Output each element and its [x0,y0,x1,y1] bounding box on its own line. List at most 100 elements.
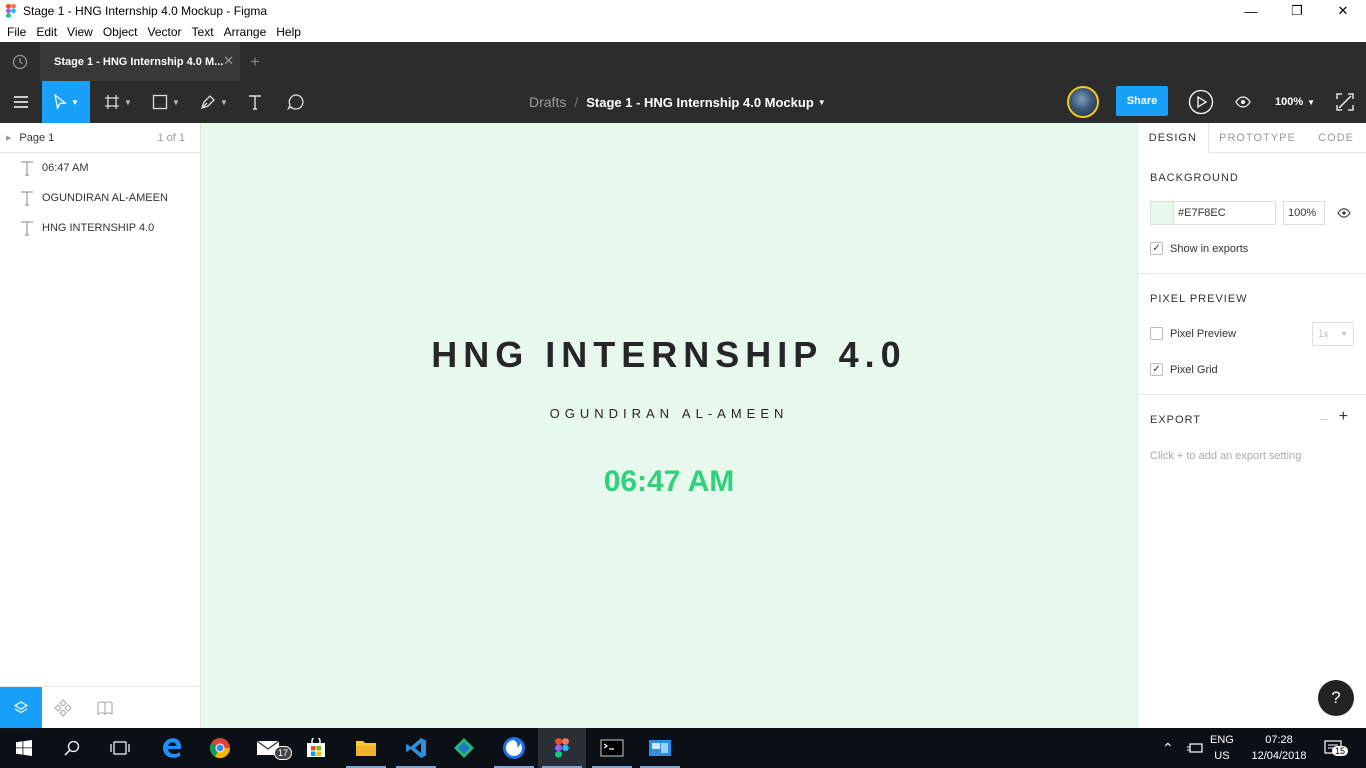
menu-arrange[interactable]: Arrange [219,25,272,39]
menu-edit[interactable]: Edit [31,25,62,39]
frame-tool-button[interactable]: ▼ [100,81,136,123]
menu-vector[interactable]: Vector [143,25,187,39]
action-center-button[interactable]: 15 [1324,728,1349,768]
layers-icon [13,700,29,713]
help-button[interactable]: ? [1318,680,1354,716]
eye-icon[interactable] [1337,208,1351,218]
background-hex-input[interactable]: #E7F8EC [1174,201,1276,225]
taskbar-edge[interactable] [148,728,196,768]
styles-tab-button[interactable] [84,687,126,728]
taskbar-vscode[interactable] [392,728,440,768]
move-tool-button[interactable]: ▼ [42,81,90,123]
canvas[interactable]: HNG INTERNSHIP 4.0 OGUNDIRAN AL-AMEEN 06… [201,123,1137,728]
background-opacity-input[interactable]: 100% [1283,201,1325,225]
present-button[interactable] [1186,81,1216,123]
avatar[interactable] [1067,86,1099,118]
share-button[interactable]: Share [1116,86,1168,116]
system-clock[interactable]: 07:28 12/04/2018 [1247,732,1311,764]
layer-item[interactable]: OGUNDIRAN AL-AMEEN [0,183,200,213]
restore-button[interactable]: ❐ [1274,0,1320,22]
section-title: BACKGROUND [1150,172,1239,184]
recent-files-clock-icon[interactable] [0,42,40,81]
language-indicator[interactable]: ENG US [1210,732,1234,764]
left-panel-tabs [0,686,200,728]
tab-design[interactable]: DESIGN [1138,123,1209,153]
layer-label: OGUNDIRAN AL-AMEEN [42,192,168,204]
menu-help[interactable]: Help [271,25,306,39]
language-line2: US [1214,750,1230,762]
taskbar-firefox[interactable] [490,728,538,768]
tab-file[interactable]: Stage 1 - HNG Internship 4.0 M... ✕ [40,42,240,81]
zoom-dropdown[interactable]: 100% ▼ [1275,81,1315,123]
canvas-title-text[interactable]: HNG INTERNSHIP 4.0 [201,334,1137,376]
minimize-button[interactable]: — [1228,0,1274,22]
play-icon [1188,89,1214,115]
app-icon [454,738,474,758]
mail-badge: 17 [274,746,293,760]
pixel-grid-checkbox[interactable]: ✓ [1150,363,1163,376]
taskbar-mail[interactable]: 17 [244,728,293,768]
tab-code[interactable]: CODE [1306,123,1366,153]
text-layer-icon [21,221,33,236]
show-in-exports-checkbox[interactable]: ✓ [1150,242,1163,255]
layers-tab-button[interactable] [0,687,42,728]
menu-file[interactable]: File [2,25,31,39]
pixel-preview-checkbox[interactable] [1150,327,1163,340]
view-settings-button[interactable] [1232,81,1254,123]
chevron-down-icon[interactable]: ▼ [818,98,826,107]
text-layer-icon [21,161,33,176]
power-tray[interactable] [1186,728,1204,768]
pixel-preview-scale-select[interactable]: 1x ▼ [1312,322,1354,346]
layer-item[interactable]: 06:47 AM [0,153,200,183]
close-button[interactable]: ✕ [1320,0,1366,22]
add-export-button[interactable]: + [1339,408,1348,426]
breadcrumb-file-name[interactable]: Stage 1 - HNG Internship 4.0 Mockup [586,95,814,110]
menu-view[interactable]: View [62,25,98,39]
background-section: BACKGROUND #E7F8EC 100% ✓ Show in export… [1138,153,1366,274]
book-icon [97,700,113,715]
breadcrumb-drafts[interactable]: Drafts [529,94,566,110]
background-swatch[interactable] [1150,201,1174,225]
taskbar-remote[interactable] [636,728,684,768]
new-tab-button[interactable]: + [250,52,260,72]
start-button[interactable] [0,728,48,768]
components-tab-button[interactable] [42,687,84,728]
taskbar-terminal[interactable] [588,728,636,768]
show-hidden-icons[interactable]: ⌃ [1162,728,1174,768]
chevron-right-icon: ▶ [6,134,12,142]
remove-export-icon[interactable]: – [1320,410,1328,426]
taskbar-store[interactable] [292,728,340,768]
page-selector[interactable]: ▶ Page 1 1 of 1 [0,123,200,153]
pointer-icon [54,94,67,110]
taskbar-figma[interactable] [538,728,586,768]
layer-item[interactable]: HNG INTERNSHIP 4.0 [0,213,200,243]
menu-object[interactable]: Object [98,25,143,39]
task-view-button[interactable] [96,728,144,768]
pixel-preview-row[interactable]: Pixel Preview [1138,327,1236,340]
menu-text[interactable]: Text [187,25,219,39]
layers-panel: ▶ Page 1 1 of 1 06:47 AM OGUNDIRAN AL-AM… [0,123,201,728]
comment-tool-button[interactable] [284,81,308,123]
section-title: EXPORT [1150,414,1202,426]
canvas-time-text[interactable]: 06:47 AM [201,465,1137,499]
shape-tool-button[interactable]: ▼ [148,81,184,123]
taskbar-app-green[interactable] [440,728,488,768]
taskbar-chrome[interactable] [196,728,244,768]
show-in-exports-row[interactable]: ✓ Show in exports [1138,242,1248,255]
canvas-name-text[interactable]: OGUNDIRAN AL-AMEEN [201,406,1137,421]
properties-panel: DESIGN PROTOTYPE CODE BACKGROUND #E7F8EC… [1137,123,1366,728]
show-in-exports-label: Show in exports [1170,242,1249,255]
pen-tool-button[interactable]: ▼ [196,81,232,123]
taskbar-explorer[interactable] [342,728,390,768]
tab-prototype[interactable]: PROTOTYPE [1209,123,1307,153]
window-titlebar: Stage 1 - HNG Internship 4.0 Mockup - Fi… [0,0,1366,22]
remote-desktop-icon [649,740,671,756]
text-tool-button[interactable] [243,81,267,123]
fullscreen-button[interactable] [1334,81,1356,123]
terminal-icon [600,739,624,757]
close-tab-icon[interactable]: ✕ [223,53,234,69]
main-menu-icon[interactable] [8,81,34,123]
pixel-grid-row[interactable]: ✓ Pixel Grid [1138,363,1218,376]
search-button[interactable] [48,728,96,768]
breadcrumb-separator: / [574,94,579,110]
